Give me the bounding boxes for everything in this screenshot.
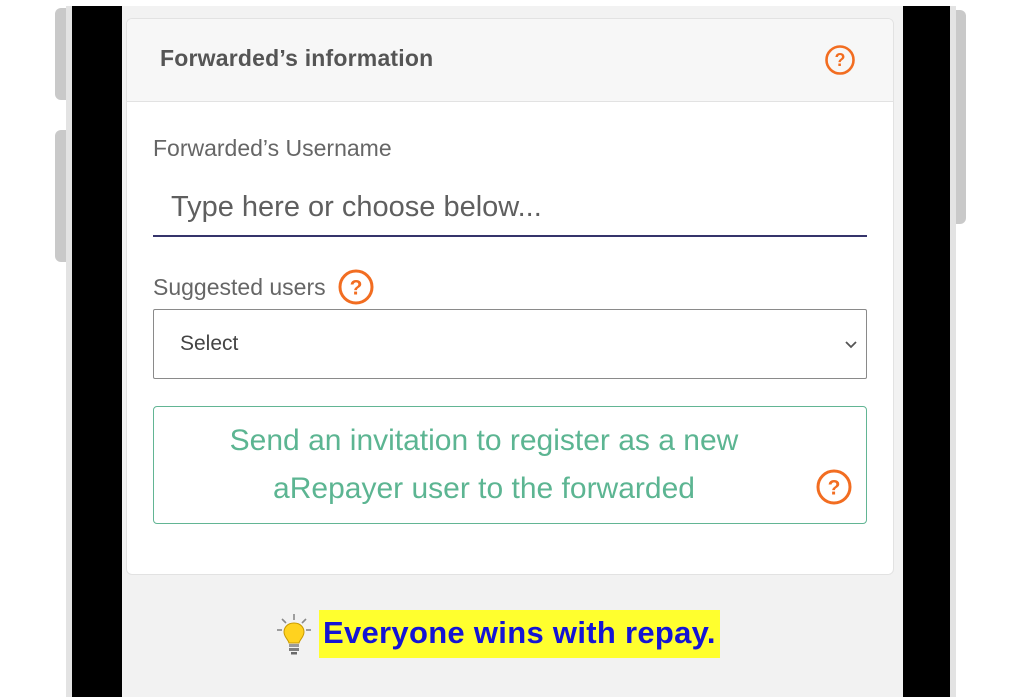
select-value: Select xyxy=(180,332,239,355)
tip-text: Everyone wins with repay. xyxy=(319,610,720,658)
device-frame-edge-right xyxy=(950,6,956,697)
suggested-users-select[interactable]: Select xyxy=(153,309,867,379)
help-circle-icon[interactable]: ? xyxy=(816,469,852,505)
tip-row: Everyone wins with repay. xyxy=(275,606,720,662)
send-invitation-label: Send an invitation to register as a new … xyxy=(229,424,739,505)
forwarded-info-card: Forwarded’s information ? Forwarded’s Us… xyxy=(126,18,894,575)
username-label: Forwarded’s Username xyxy=(153,135,392,161)
card-header: Forwarded’s information ? xyxy=(127,19,893,102)
device-frame-edge-left xyxy=(66,6,72,697)
svg-text:?: ? xyxy=(349,277,362,300)
lightbulb-icon xyxy=(277,614,311,655)
device-side-button-right xyxy=(956,10,966,224)
card-title: Forwarded’s information xyxy=(160,45,434,71)
send-invitation-button[interactable]: Send an invitation to register as a new … xyxy=(153,406,867,524)
suggested-users-row: Suggested users ? xyxy=(153,269,374,305)
suggested-users-label: Suggested users xyxy=(153,273,326,300)
device-screen: Forwarded’s information ? Forwarded’s Us… xyxy=(122,6,903,697)
page: Forwarded’s information ? Forwarded’s Us… xyxy=(0,0,1023,697)
help-circle-icon[interactable]: ? xyxy=(338,269,374,305)
svg-text:?: ? xyxy=(828,477,841,500)
chevron-down-icon xyxy=(845,341,857,349)
help-circle-icon[interactable]: ? xyxy=(825,45,855,75)
username-input[interactable] xyxy=(153,179,867,237)
svg-text:?: ? xyxy=(835,50,846,70)
